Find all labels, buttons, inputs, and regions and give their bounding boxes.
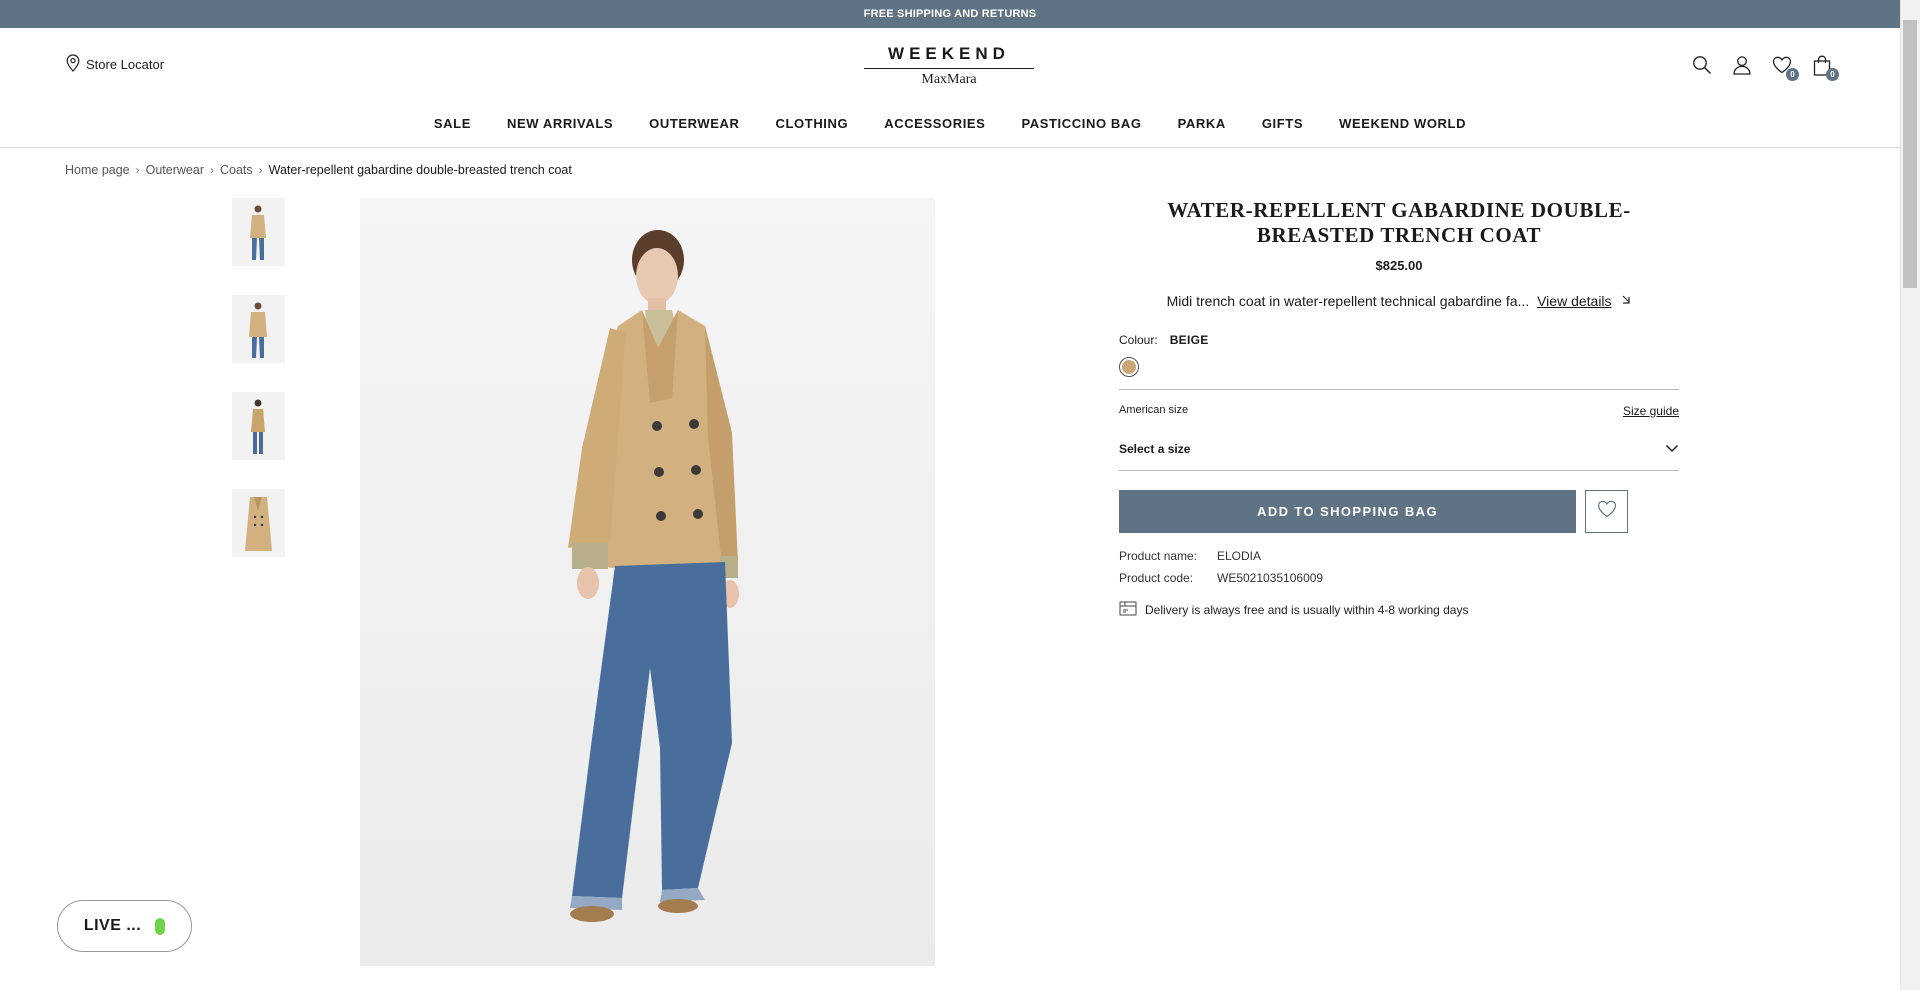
- live-shopping-button[interactable]: LIVE ...: [57, 900, 192, 952]
- colour-row: Colour: BEIGE: [1119, 333, 1679, 347]
- add-to-wishlist-button[interactable]: [1585, 490, 1628, 533]
- scrollbar-thumb[interactable]: [1903, 20, 1917, 288]
- nav-item-pasticcino-bag[interactable]: PASTICCINO BAG: [1003, 116, 1159, 131]
- breadcrumb-outerwear[interactable]: Outerwear: [146, 163, 204, 177]
- swatch-fill: [1122, 360, 1136, 374]
- size-guide-link[interactable]: Size guide: [1623, 404, 1679, 418]
- logo-weekend: WEEKEND: [864, 44, 1034, 69]
- add-to-bag-button[interactable]: ADD TO SHOPPING BAG: [1119, 490, 1576, 533]
- arrow-down-right-icon[interactable]: [1621, 293, 1631, 309]
- search-icon[interactable]: [1692, 54, 1712, 76]
- product-code-label: Product code:: [1119, 571, 1194, 585]
- site-header: Store Locator WEEKEND MaxMara 0 0 SALE N…: [0, 28, 1900, 148]
- colour-label: Colour:: [1119, 333, 1158, 347]
- breadcrumb: Home page › Outerwear › Coats › Water-re…: [65, 163, 572, 177]
- chevron-right-icon: ›: [209, 163, 214, 177]
- main-product-image[interactable]: [360, 198, 935, 966]
- product-code-value: WE5021035106009: [1217, 571, 1324, 585]
- purchase-actions: ADD TO SHOPPING BAG: [1119, 490, 1679, 533]
- view-details-link[interactable]: View details: [1537, 293, 1611, 309]
- product-name-value: ELODIA: [1217, 549, 1262, 563]
- cart-count-badge: 0: [1826, 68, 1839, 81]
- colour-swatch-beige[interactable]: [1119, 357, 1139, 377]
- product-thumbnail[interactable]: [232, 295, 285, 363]
- size-system-label: American size: [1119, 404, 1189, 416]
- store-locator-label: Store Locator: [86, 57, 165, 72]
- location-pin-icon: [66, 54, 80, 75]
- live-indicator-dot: [155, 917, 166, 935]
- product-info-panel: WATER-REPELLENT GABARDINE DOUBLE-BREASTE…: [1119, 198, 1679, 620]
- breadcrumb-coats[interactable]: Coats: [220, 163, 253, 177]
- size-select-label: Select a size: [1119, 442, 1191, 456]
- chevron-down-icon: [1665, 442, 1679, 456]
- delivery-box-icon: [1119, 599, 1137, 620]
- delivery-text: Delivery is always free and is usually w…: [1145, 602, 1469, 617]
- store-locator-link[interactable]: Store Locator: [66, 54, 164, 75]
- product-thumbnail[interactable]: [232, 489, 285, 557]
- chevron-right-icon: ›: [135, 163, 140, 177]
- nav-item-parka[interactable]: PARKA: [1160, 116, 1244, 131]
- main-navigation: SALE NEW ARRIVALS OUTERWEAR CLOTHING ACC…: [0, 116, 1900, 131]
- size-header-row: American size Size guide: [1119, 404, 1679, 418]
- shopping-bag-icon[interactable]: 0: [1812, 54, 1839, 81]
- nav-item-clothing[interactable]: CLOTHING: [758, 116, 867, 131]
- header-actions: 0 0: [1692, 54, 1839, 81]
- product-code-row: Product code: WE5021035106009: [1119, 571, 1679, 585]
- logo-maxmara: MaxMara: [921, 72, 977, 87]
- wishlist-count-badge: 0: [1786, 68, 1799, 81]
- divider: [1119, 389, 1679, 390]
- product-title: WATER-REPELLENT GABARDINE DOUBLE-BREASTE…: [1167, 198, 1631, 247]
- nav-item-weekend-world[interactable]: WEEKEND WORLD: [1321, 116, 1484, 131]
- promo-banner: FREE SHIPPING AND RETURNS: [0, 0, 1900, 28]
- account-icon[interactable]: [1732, 54, 1752, 76]
- product-thumbnail[interactable]: [232, 198, 285, 266]
- product-price: $825.00: [1375, 258, 1423, 273]
- size-select-dropdown[interactable]: Select a size: [1119, 442, 1679, 471]
- heart-icon: [1597, 500, 1617, 523]
- nav-item-gifts[interactable]: GIFTS: [1244, 116, 1321, 131]
- short-description-text: Midi trench coat in water-repellent tech…: [1166, 293, 1530, 309]
- live-label: LIVE ...: [83, 917, 142, 934]
- product-name-row: Product name: ELODIA: [1119, 549, 1679, 563]
- breadcrumb-home[interactable]: Home page: [65, 163, 130, 177]
- nav-item-outerwear[interactable]: OUTERWEAR: [631, 116, 757, 131]
- product-name-label: Product name:: [1119, 549, 1198, 563]
- chevron-right-icon: ›: [258, 163, 263, 177]
- delivery-info: Delivery is always free and is usually w…: [1119, 599, 1679, 620]
- nav-item-new-arrivals[interactable]: NEW ARRIVALS: [489, 116, 631, 131]
- nav-item-accessories[interactable]: ACCESSORIES: [866, 116, 1003, 131]
- brand-logo[interactable]: WEEKEND MaxMara: [864, 44, 1034, 88]
- nav-item-sale[interactable]: SALE: [416, 116, 489, 131]
- product-short-description: Midi trench coat in water-repellent tech…: [1119, 293, 1679, 309]
- colour-value: BEIGE: [1169, 333, 1209, 347]
- page-scrollbar[interactable]: [1900, 0, 1920, 990]
- thumbnail-gallery: [232, 198, 285, 557]
- product-meta: Product name: ELODIA Product code: WE502…: [1119, 549, 1679, 585]
- wishlist-icon[interactable]: 0: [1772, 54, 1799, 81]
- breadcrumb-current: Water-repellent gabardine double-breaste…: [268, 163, 572, 177]
- product-thumbnail[interactable]: [232, 392, 285, 460]
